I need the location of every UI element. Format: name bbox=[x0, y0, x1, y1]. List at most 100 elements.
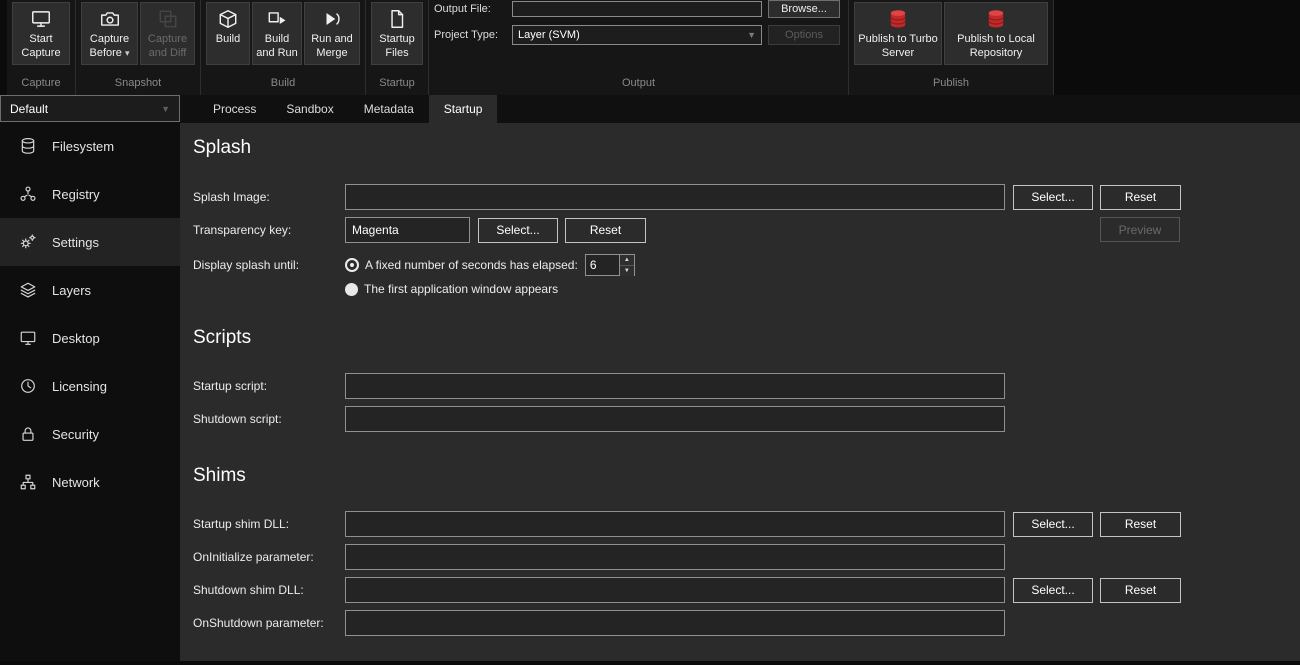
tab-process[interactable]: Process bbox=[198, 95, 271, 123]
browse-button[interactable]: Browse... bbox=[768, 0, 840, 18]
publish-to-local-repository-button[interactable]: Publish to Local Repository bbox=[944, 2, 1048, 65]
startup-shim-select-button[interactable]: Select... bbox=[1013, 512, 1093, 537]
shutdown-shim-select-button[interactable]: Select... bbox=[1013, 578, 1093, 603]
network-icon bbox=[19, 473, 37, 491]
security-lock-icon bbox=[19, 425, 37, 443]
sidebar-item-licensing[interactable]: Licensing bbox=[0, 362, 180, 410]
run-and-merge-button[interactable]: Run and Merge bbox=[304, 2, 360, 65]
ribbon-group-label-output: Output bbox=[434, 72, 843, 95]
profile-selector[interactable]: Default ▼ bbox=[0, 95, 180, 122]
onshutdown-parameter-label: OnShutdown parameter: bbox=[193, 616, 345, 630]
database-icon bbox=[887, 8, 909, 30]
startup-panel: Splash Splash Image: Select... Reset Tra… bbox=[180, 123, 1300, 661]
ribbon-group-label-startup: Startup bbox=[371, 72, 423, 95]
sidebar-item-label: Security bbox=[52, 427, 99, 442]
splash-image-label: Splash Image: bbox=[193, 190, 345, 204]
oninitialize-parameter-input[interactable] bbox=[345, 544, 1005, 570]
preview-button[interactable]: Preview bbox=[1100, 217, 1180, 242]
sidebar-item-desktop[interactable]: Desktop bbox=[0, 314, 180, 362]
capture-before-button[interactable]: Capture Before ▾ bbox=[81, 2, 138, 65]
ribbon-group-build: Build Build and Run Run and Merge Build bbox=[201, 0, 366, 95]
ribbon-group-capture: Start Capture Capture bbox=[7, 0, 76, 95]
filesystem-icon bbox=[19, 137, 37, 155]
fixed-seconds-option-label: A fixed number of seconds has elapsed: bbox=[365, 258, 578, 272]
splash-image-input[interactable] bbox=[345, 184, 1005, 210]
startup-shim-dll-input[interactable] bbox=[345, 511, 1005, 537]
ribbon-group-label-build: Build bbox=[206, 72, 360, 95]
splash-image-select-button[interactable]: Select... bbox=[1013, 185, 1093, 210]
fixed-seconds-radio[interactable] bbox=[345, 258, 359, 272]
splash-section-heading: Splash bbox=[193, 137, 251, 159]
tab-sandbox[interactable]: Sandbox bbox=[271, 95, 348, 123]
spinner-down-button[interactable]: ▼ bbox=[620, 266, 634, 276]
ribbon-group-startup: Startup Files Startup bbox=[366, 0, 429, 95]
build-label: Build bbox=[216, 33, 240, 47]
sidebar-item-label: Registry bbox=[52, 187, 100, 202]
startup-script-input[interactable] bbox=[345, 373, 1005, 399]
bottom-edge bbox=[0, 661, 1300, 665]
sidebar-item-label: Settings bbox=[52, 235, 99, 250]
shutdown-shim-dll-input[interactable] bbox=[345, 577, 1005, 603]
capture-before-icon bbox=[99, 8, 121, 30]
capture-and-diff-button[interactable]: Capture and Diff bbox=[140, 2, 195, 65]
ribbon-group-output: Output File: Browse... Project Type: Lay… bbox=[429, 0, 849, 95]
dropdown-caret-icon: ▾ bbox=[125, 48, 130, 58]
sidebar-item-label: Layers bbox=[52, 283, 91, 298]
desktop-icon bbox=[19, 329, 37, 347]
ribbon-group-label-capture: Capture bbox=[12, 72, 70, 95]
output-file-label: Output File: bbox=[434, 3, 512, 15]
start-capture-label: Start Capture bbox=[16, 33, 66, 61]
sidebar-item-label: Desktop bbox=[52, 331, 100, 346]
transparency-key-reset-button[interactable]: Reset bbox=[565, 218, 646, 243]
capture-and-diff-label: Capture and Diff bbox=[144, 33, 191, 61]
sidebar: Default ▼ Filesystem Registry Settings L… bbox=[0, 95, 180, 665]
options-button[interactable]: Options bbox=[768, 25, 840, 45]
spinner-up-button[interactable]: ▲ bbox=[620, 255, 634, 266]
transparency-key-select-button[interactable]: Select... bbox=[478, 218, 558, 243]
ribbon-group-label-snapshot: Snapshot bbox=[81, 72, 195, 95]
start-capture-button[interactable]: Start Capture bbox=[12, 2, 70, 65]
project-type-value: Layer (SVM) bbox=[518, 29, 580, 41]
publish-to-local-repository-label: Publish to Local Repository bbox=[948, 33, 1044, 61]
sidebar-item-label: Licensing bbox=[52, 379, 107, 394]
build-button[interactable]: Build bbox=[206, 2, 250, 65]
sidebar-item-filesystem[interactable]: Filesystem bbox=[0, 122, 180, 170]
shutdown-script-input[interactable] bbox=[345, 406, 1005, 432]
capture-before-text: Capture Before bbox=[89, 33, 129, 59]
run-and-merge-label: Run and Merge bbox=[308, 33, 356, 61]
build-icon bbox=[217, 8, 239, 30]
sidebar-item-security[interactable]: Security bbox=[0, 410, 180, 458]
onshutdown-parameter-input[interactable] bbox=[345, 610, 1005, 636]
shims-section-heading: Shims bbox=[193, 465, 246, 487]
sidebar-item-layers[interactable]: Layers bbox=[0, 266, 180, 314]
splash-image-reset-button[interactable]: Reset bbox=[1100, 185, 1181, 210]
tab-metadata[interactable]: Metadata bbox=[349, 95, 429, 123]
seconds-input[interactable] bbox=[586, 255, 619, 275]
shutdown-shim-reset-button[interactable]: Reset bbox=[1100, 578, 1181, 603]
output-file-input[interactable] bbox=[512, 1, 762, 17]
sidebar-item-registry[interactable]: Registry bbox=[0, 170, 180, 218]
sidebar-item-label: Filesystem bbox=[52, 139, 114, 154]
sidebar-item-settings[interactable]: Settings bbox=[0, 218, 180, 266]
first-window-radio[interactable] bbox=[345, 283, 358, 296]
spinner-buttons: ▲ ▼ bbox=[619, 255, 634, 275]
startup-shim-reset-button[interactable]: Reset bbox=[1100, 512, 1181, 537]
oninitialize-parameter-label: OnInitialize parameter: bbox=[193, 550, 345, 564]
tab-startup[interactable]: Startup bbox=[429, 95, 498, 123]
project-type-select[interactable]: Layer (SVM) ▼ bbox=[512, 25, 762, 45]
build-and-run-button[interactable]: Build and Run bbox=[252, 2, 302, 65]
start-capture-icon bbox=[30, 8, 52, 30]
publish-to-turbo-server-button[interactable]: Publish to Turbo Server bbox=[854, 2, 942, 65]
startup-files-button[interactable]: Startup Files bbox=[371, 2, 423, 65]
transparency-key-label: Transparency key: bbox=[193, 223, 345, 237]
database-icon bbox=[985, 8, 1007, 30]
startup-script-label: Startup script: bbox=[193, 379, 345, 393]
project-type-label: Project Type: bbox=[434, 29, 512, 41]
publish-to-turbo-server-label: Publish to Turbo Server bbox=[858, 33, 938, 61]
transparency-key-input[interactable] bbox=[345, 217, 470, 243]
capture-diff-icon bbox=[157, 8, 179, 30]
shutdown-script-label: Shutdown script: bbox=[193, 412, 345, 426]
run-merge-icon bbox=[321, 8, 343, 30]
sidebar-item-network[interactable]: Network bbox=[0, 458, 180, 506]
build-and-run-label: Build and Run bbox=[256, 33, 298, 61]
